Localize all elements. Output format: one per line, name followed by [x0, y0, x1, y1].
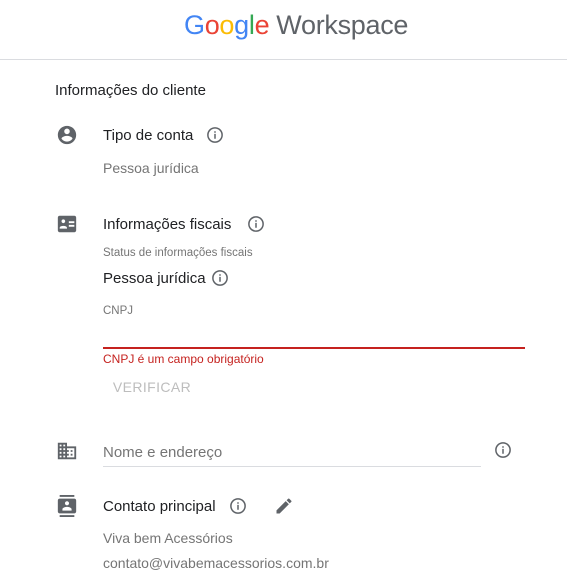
info-icon[interactable] [206, 126, 224, 144]
header: Google Workspace [0, 0, 567, 60]
tax-status-value: Pessoa jurídica [103, 270, 206, 287]
contacts-icon [57, 495, 77, 517]
logo-letter: g [234, 10, 249, 40]
business-building-icon [57, 442, 77, 460]
contact-email: contato@vivabemacessorios.com.br [103, 555, 329, 571]
cnpj-error-underline [103, 347, 525, 349]
info-icon[interactable] [211, 269, 229, 287]
tax-info-label: Informações fiscais [103, 216, 232, 233]
cnpj-input[interactable] [103, 322, 525, 346]
cnpj-error-message: CNPJ é um campo obrigatório [103, 352, 264, 366]
info-icon[interactable] [247, 215, 265, 233]
account-type-label: Tipo de conta [103, 127, 194, 144]
tax-status-label: Status de informações fiscais [103, 247, 253, 259]
info-icon[interactable] [229, 497, 247, 515]
edit-pencil-icon[interactable] [274, 496, 294, 516]
account-circle-icon [57, 125, 77, 145]
logo-letter: e [254, 10, 270, 40]
logo-letter: o [204, 10, 220, 40]
account-type-value: Pessoa jurídica [103, 160, 199, 176]
id-card-icon [57, 215, 77, 233]
info-icon[interactable] [494, 441, 512, 459]
contact-name: Viva bem Acessórios [103, 530, 233, 546]
primary-contact-label: Contato principal [103, 498, 216, 515]
logo-product-name: Workspace [276, 10, 409, 40]
section-title: Informações do cliente [55, 82, 206, 99]
name-address-input[interactable] [103, 438, 481, 467]
verify-button[interactable]: VERIFICAR [103, 376, 201, 398]
logo-letter: o [219, 10, 235, 40]
google-workspace-logo: Google Workspace [184, 10, 408, 41]
logo-letter: G [184, 10, 205, 40]
cnpj-label: CNPJ [103, 305, 134, 317]
